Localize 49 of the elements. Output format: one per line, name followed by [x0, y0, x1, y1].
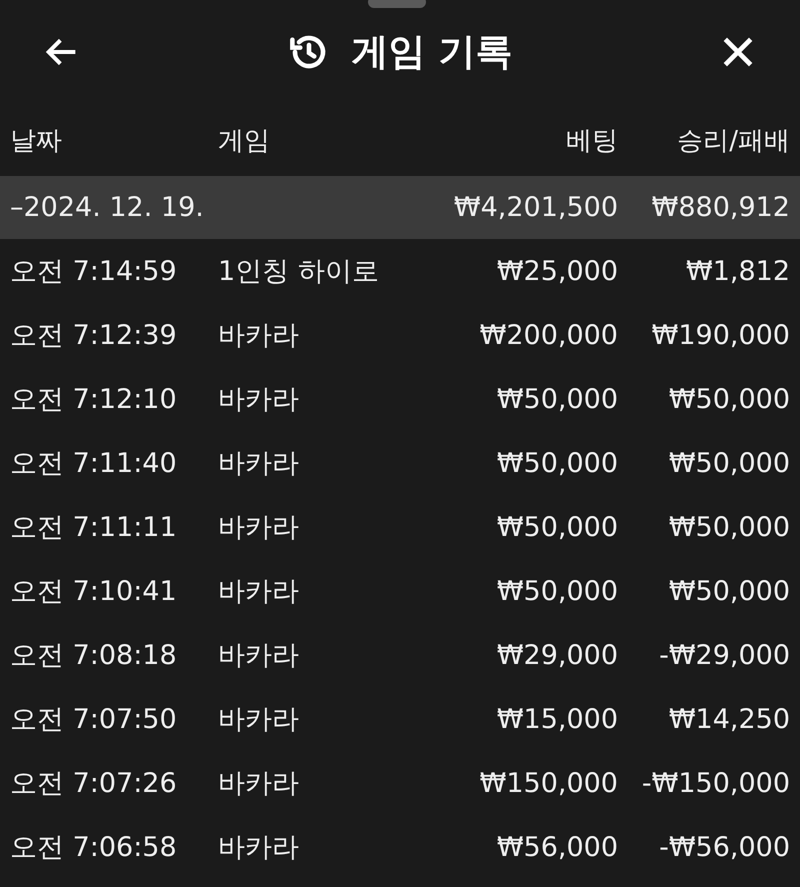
column-header: 승리/패배 [676, 124, 790, 158]
table-cell-text: ₩25,000 [496, 256, 618, 286]
table-cell-text: 바카라 [218, 703, 300, 737]
table-cell-text: 바카라 [218, 831, 300, 865]
table-cell-text: ₩200,000 [478, 320, 618, 350]
table-cell-text: 바카라 [218, 447, 300, 481]
date-group-row[interactable]: –2024. 12. 19. ₩4,201,500 ₩880,912 [0, 176, 800, 239]
table-cell-text: 바카라 [218, 767, 300, 801]
table-cell-text: -₩56,000 [658, 832, 790, 862]
table-cell-text: 오전 7:07:26 [10, 767, 178, 801]
table-cell-text: ₩14,250 [668, 704, 790, 734]
column-header: 날짜 [10, 124, 63, 158]
table-cell-text: 오전 7:06:58 [10, 831, 178, 865]
table-cell-text: ₩29,000 [496, 640, 618, 670]
window-title: 게임 기록 [352, 29, 512, 75]
table-cell-text: -₩150,000 [640, 768, 790, 798]
table-cell-text: 바카라 [218, 639, 300, 673]
table-cell-text: 오전 7:11:40 [10, 447, 178, 481]
table-cell-text: 오전 7:07:50 [10, 703, 178, 737]
table-cell-text: ₩50,000 [668, 576, 790, 606]
table-cell-text: ₩50,000 [668, 512, 790, 542]
table-cell-text: ₩190,000 [650, 320, 790, 350]
table-cell-text: 오전 7:11:11 [10, 511, 178, 545]
table-cell-text: 바카라 [218, 319, 300, 353]
table-cell-text: 바카라 [218, 383, 300, 417]
table-cell-text: 오전 7:12:10 [10, 383, 178, 417]
table-cell-text: ₩50,000 [668, 384, 790, 414]
table-cell-text: ₩56,000 [496, 832, 618, 862]
table-cell-text: 오전 7:14:59 [10, 255, 178, 289]
table-cell-text: 바카라 [218, 511, 300, 545]
table-cell-text: ₩50,000 [496, 576, 618, 606]
group-result-total: ₩880,912 [650, 192, 790, 223]
table-cell-text: 오전 7:10:41 [10, 575, 178, 609]
table-cell-text: 1인칭 하이로 [218, 255, 380, 289]
table-cell-text: 바카라 [218, 575, 300, 609]
table-cell-text: ₩1,812 [685, 256, 790, 286]
table-cell-text: ₩50,000 [496, 448, 618, 478]
table-cell-text: ₩150,000 [478, 768, 618, 798]
column-header: 게임 [218, 124, 271, 158]
group-bet-total: ₩4,201,500 [452, 192, 618, 223]
table-cell-text: ₩50,000 [496, 512, 618, 542]
table-cell-text: 오전 7:08:18 [10, 639, 178, 673]
group-date: –2024. 12. 19. [10, 192, 205, 223]
table-cell-text: ₩50,000 [668, 448, 790, 478]
table-cell-text: 오전 7:12:39 [10, 319, 178, 353]
table-cell-text: ₩50,000 [496, 384, 618, 414]
table-cell-text: ₩15,000 [496, 704, 618, 734]
table-cell-text: -₩29,000 [658, 640, 790, 670]
column-header: 베팅 [565, 124, 618, 158]
